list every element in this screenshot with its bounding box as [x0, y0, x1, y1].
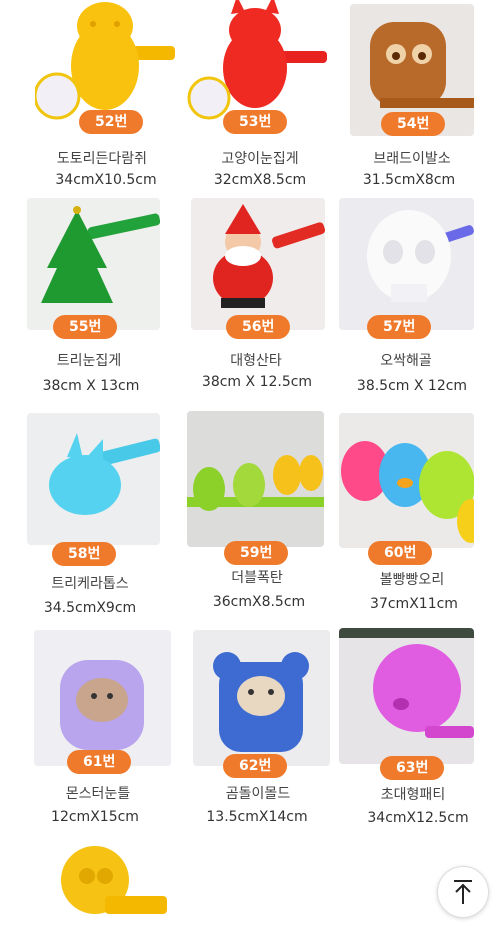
product-number-badge: 54번: [381, 112, 446, 136]
triceratops-snow-tool-icon: [27, 413, 160, 545]
squirrel-snow-tool-icon: [35, 0, 175, 128]
monster-snow-tool-icon: [34, 630, 171, 766]
product-number-badge: 63번: [380, 756, 445, 780]
product-photo[interactable]: [187, 0, 327, 128]
product-photo[interactable]: [34, 630, 171, 766]
product-size: 34.5cmX9cm: [43, 600, 137, 616]
product-photo[interactable]: [191, 198, 325, 330]
product-name: 오싹해골: [380, 353, 432, 369]
arrow-up-icon: [454, 880, 472, 904]
product-photo[interactable]: [27, 413, 160, 545]
product-name: 고양이눈집게: [221, 151, 299, 167]
product-name: 도토리든다람쥐: [56, 151, 148, 167]
product-number-badge: 62번: [223, 754, 288, 778]
product-name: 볼빵빵오리: [379, 572, 445, 588]
cat-snow-tool-icon: [187, 0, 327, 128]
product-photo[interactable]: [339, 198, 474, 330]
product-name: 더블폭탄: [231, 570, 283, 586]
product-number-badge: 61번: [67, 750, 132, 774]
diver-snow-tool-icon: [35, 836, 167, 926]
product-name: 대형산타: [230, 353, 282, 369]
product-name: 곰돌이몰드: [225, 786, 291, 802]
product-photo[interactable]: [187, 411, 324, 547]
product-name: 초대형패티: [380, 787, 446, 803]
skull-snow-tool-icon: [339, 198, 474, 330]
product-size: 12cmX15cm: [51, 809, 139, 825]
product-size: 34cmX10.5cm: [55, 172, 157, 188]
product-size: 34cmX12.5cm: [367, 810, 469, 826]
product-size: 13.5cmX14cm: [206, 809, 308, 825]
product-photo[interactable]: [35, 0, 175, 128]
product-number-badge: 58번: [52, 542, 117, 566]
product-name: 몬스터눈틀: [65, 786, 131, 802]
product-name: 브래드이발소: [373, 151, 451, 167]
duck-snow-tool-icon: [339, 413, 474, 548]
grenade-snow-tool-icon: [187, 411, 324, 547]
product-number-badge: 59번: [224, 541, 289, 565]
bear-snow-tool-icon: [193, 630, 330, 766]
product-number-badge: 52번: [79, 110, 144, 134]
patty-snow-tool-icon: [339, 628, 474, 764]
product-number-badge: 60번: [368, 541, 433, 565]
product-size: 37cmX11cm: [370, 596, 458, 612]
product-size: 38.5cm X 12cm: [356, 378, 468, 394]
tree-snow-tool-icon: [27, 198, 160, 330]
product-photo[interactable]: [35, 836, 167, 926]
product-size: 38cm X 12.5cm: [201, 374, 313, 390]
santa-snow-tool-icon: [191, 198, 325, 330]
product-photo[interactable]: [193, 630, 330, 766]
product-number-badge: 56번: [226, 315, 291, 339]
product-name: 트리눈집게: [56, 353, 122, 369]
product-name: 트리케라톱스: [51, 576, 129, 592]
product-size: 36cmX8.5cm: [212, 594, 306, 610]
product-number-badge: 53번: [223, 110, 288, 134]
product-photo[interactable]: [27, 198, 160, 330]
product-size: 32cmX8.5cm: [213, 172, 307, 188]
product-size: 31.5cmX8cm: [362, 172, 456, 188]
product-number-badge: 57번: [367, 315, 432, 339]
product-photo[interactable]: [339, 413, 474, 548]
product-photo[interactable]: [339, 628, 474, 764]
scroll-top-button[interactable]: [437, 866, 489, 918]
product-number-badge: 55번: [53, 315, 118, 339]
product-size: 38cm X 13cm: [42, 378, 140, 394]
